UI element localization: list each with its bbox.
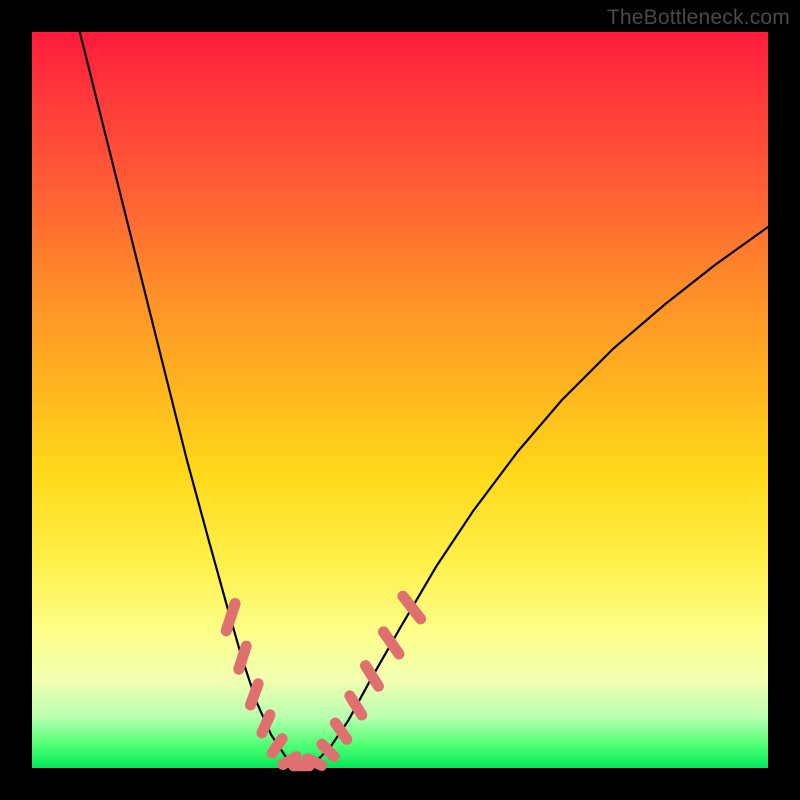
chart-svg <box>32 32 768 768</box>
chart-plot-area <box>32 32 768 768</box>
bottleneck-curve <box>80 32 768 766</box>
curve-marker <box>328 715 355 747</box>
curve-marker <box>376 624 407 661</box>
curve-markers <box>219 589 428 773</box>
curve-marker <box>219 597 242 638</box>
curve-marker <box>243 677 265 712</box>
curve-marker <box>358 658 386 694</box>
curve-marker <box>232 639 253 676</box>
watermark-label: TheBottleneck.com <box>607 6 790 30</box>
curve-path <box>80 32 768 766</box>
curve-marker <box>255 707 278 740</box>
chart-frame: TheBottleneck.com <box>0 0 800 800</box>
curve-marker <box>342 688 369 722</box>
curve-marker <box>395 589 428 627</box>
